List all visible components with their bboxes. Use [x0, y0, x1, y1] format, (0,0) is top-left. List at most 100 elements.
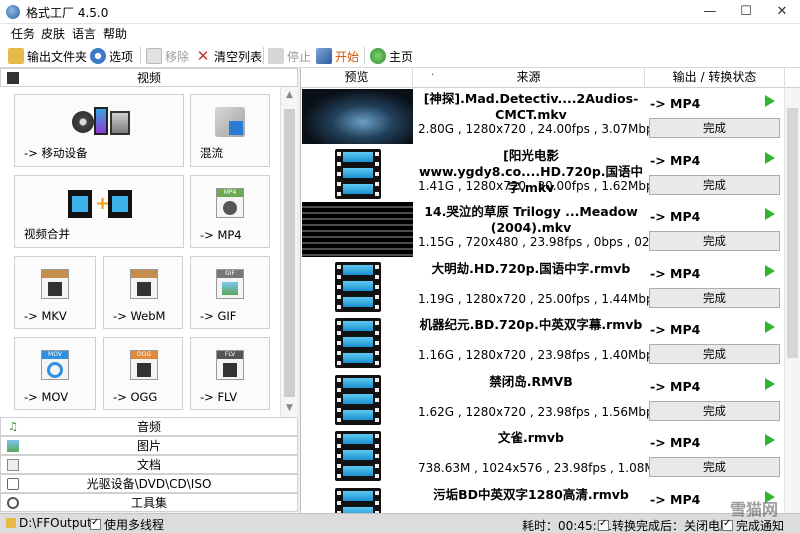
output-format: -> MP4 [650, 435, 701, 450]
play-icon[interactable] [765, 151, 775, 164]
menu-skin[interactable]: 皮肤 [41, 25, 65, 42]
tools-gear-icon [7, 497, 19, 509]
category-image[interactable]: 图片 [0, 436, 298, 455]
scroll-up-arrow-icon[interactable]: ▲ [281, 87, 298, 104]
status-done-button[interactable]: 完成 [649, 400, 780, 421]
table-row[interactable]: [阳光电影www.ygdy8.co....HD.720p.国语中字.mkv 1.4… [301, 145, 800, 201]
menu-task[interactable]: 任务 [11, 25, 35, 42]
play-icon[interactable] [765, 434, 775, 446]
play-icon[interactable] [765, 321, 775, 333]
menu-language[interactable]: 语言 [72, 25, 96, 42]
scroll-down-arrow-icon[interactable]: ▼ [281, 400, 298, 417]
category-document[interactable]: 文档 [0, 455, 298, 474]
tile-mobile-device[interactable]: -> 移动设备 [14, 94, 184, 167]
category-tools[interactable]: 工具集 [0, 493, 298, 512]
output-format: -> MP4 [650, 378, 701, 394]
file-info: 1.19G , 1280x720 , 25.00fps , 1.44Mbps ,… [418, 291, 650, 306]
file-info: 2.80G , 1280x720 , 24.00fps , 3.07Mbps ,… [418, 122, 650, 136]
close-button[interactable]: ✕ [764, 0, 800, 24]
mux-icon [215, 107, 245, 137]
tile-to-gif[interactable]: GIF -> GIF [190, 256, 270, 329]
app-logo-icon [6, 5, 20, 19]
status-done-button[interactable]: 完成 [649, 287, 780, 308]
music-note-icon: ♫ [8, 420, 18, 433]
options-button[interactable]: 选项 [90, 46, 133, 66]
output-folder-button[interactable]: 输出文件夹 [8, 46, 87, 66]
home-button[interactable]: 主页 [370, 46, 413, 66]
mov-file-icon: MOV [41, 350, 69, 380]
tile-mux[interactable]: 混流 [190, 94, 270, 167]
status-done-button[interactable]: 完成 [649, 118, 780, 138]
checkbox-checked-icon [598, 518, 609, 531]
mp4-file-icon: MP4 [216, 188, 244, 218]
play-icon[interactable] [765, 95, 775, 107]
output-folder-icon [6, 518, 16, 528]
left-scrollbar[interactable]: ▲ ▼ [280, 87, 297, 417]
task-list-scroll-thumb[interactable] [787, 108, 798, 358]
tile-to-mp4[interactable]: MP4 -> MP4 [190, 175, 270, 248]
picture-icon [7, 440, 19, 452]
file-remove-icon [146, 48, 162, 64]
output-format: -> MP4 [650, 209, 701, 224]
multithread-checkbox[interactable]: 使用多线程 [90, 516, 164, 533]
status-done-button[interactable]: 完成 [649, 457, 780, 477]
column-source[interactable]: 来源 [413, 68, 645, 88]
tile-video-join[interactable]: + 视频合并 [14, 175, 184, 248]
table-row[interactable]: 文雀.rmvb 738.63M , 1024x576 , 23.98fps , 1… [301, 427, 800, 483]
column-status[interactable]: 输出 / 转换状态 [645, 68, 785, 88]
category-optical-device[interactable]: 光驱设备\DVD\CD\ISO [0, 474, 298, 493]
column-preview[interactable]: 预览 [301, 68, 413, 88]
play-icon[interactable] [765, 208, 775, 220]
output-path[interactable]: D:\FFOutput [19, 516, 92, 530]
category-audio[interactable]: ♫ 音频 [0, 417, 298, 436]
toolbar: 输出文件夹 选项 移除 ✕ 清空列表 停止 开始 主页 [0, 42, 800, 68]
table-row[interactable]: [神探].Mad.Detectiv....2Audios-CMCT.mkv 2.8… [301, 88, 800, 144]
left-scroll-thumb[interactable] [284, 109, 295, 397]
remove-button[interactable]: 移除 [146, 46, 189, 66]
tile-to-flv[interactable]: FLV -> FLV [190, 337, 270, 410]
tile-to-mov[interactable]: MOV -> MOV [14, 337, 96, 410]
flv-file-icon: FLV [216, 350, 244, 380]
minimize-button[interactable]: — [692, 0, 728, 24]
video-thumbnail [302, 259, 413, 314]
status-done-button[interactable]: 完成 [649, 344, 780, 364]
toolbar-separator [364, 47, 365, 64]
stop-button[interactable]: 停止 [268, 46, 311, 66]
task-list-panel: 预览 · 来源 输出 / 转换状态 [神探].Mad.Detectiv....2… [300, 68, 800, 533]
tile-to-webm[interactable]: -> WebM [103, 256, 183, 329]
play-icon[interactable] [765, 377, 775, 390]
mkv-file-icon [41, 269, 69, 299]
table-row[interactable]: 大明劫.HD.720p.国语中字.rmvb 1.19G , 1280x720 , … [301, 258, 800, 314]
after-complete-option[interactable]: 转换完成后：关闭电脑 [598, 517, 732, 533]
tile-to-mkv[interactable]: -> MKV [14, 256, 96, 329]
video-icon [7, 72, 19, 84]
file-name: [神探].Mad.Detectiv....2Audios-CMCT.mkv [423, 91, 639, 122]
menu-help[interactable]: 帮助 [103, 25, 127, 42]
category-video[interactable]: 视频 [0, 68, 298, 87]
task-list-header: 预览 · 来源 输出 / 转换状态 [301, 68, 800, 88]
output-format: -> MP4 [650, 491, 701, 507]
film-strip-icon [335, 148, 381, 199]
table-row[interactable]: 14.哭泣的草原 Trilogy ...Meadow (2004).mkv 1.1… [301, 201, 800, 257]
maximize-button[interactable]: ☐ [728, 0, 764, 24]
file-name: 污垢BD中英双字1280高清.rmvb [433, 486, 629, 502]
file-name: 大明劫.HD.720p.国语中字.rmvb [431, 260, 631, 276]
table-row[interactable]: 机器纪元.BD.720p.中英双字幕.rmvb 1.16G , 1280x720 … [301, 314, 800, 370]
file-name: 文雀.rmvb [497, 430, 565, 445]
tile-to-ogg[interactable]: OGG -> OGG [103, 337, 183, 410]
window-title: 格式工厂 4.5.0 [26, 6, 109, 20]
globe-icon [370, 48, 386, 64]
play-icon[interactable] [765, 264, 775, 277]
video-thumbnail [302, 89, 413, 144]
film-strip-icon [335, 318, 381, 368]
start-button[interactable]: 开始 [316, 46, 359, 66]
file-name: 机器纪元.BD.720p.中英双字幕.rmvb [419, 317, 643, 332]
toolbar-separator [263, 47, 264, 64]
status-done-button[interactable]: 完成 [649, 231, 780, 251]
file-info: 1.15G , 720x480 , 23.98fps , 0bps , 02:4… [418, 235, 650, 249]
table-row[interactable]: 禁闭岛.RMVB 1.62G , 1280x720 , 23.98fps , 1.… [301, 371, 800, 427]
watermark-logo: 雪猫网 [730, 500, 779, 519]
clear-list-button[interactable]: ✕ 清空列表 [195, 46, 262, 66]
status-done-button[interactable]: 完成 [649, 174, 780, 195]
film-strip-icon [335, 431, 381, 481]
